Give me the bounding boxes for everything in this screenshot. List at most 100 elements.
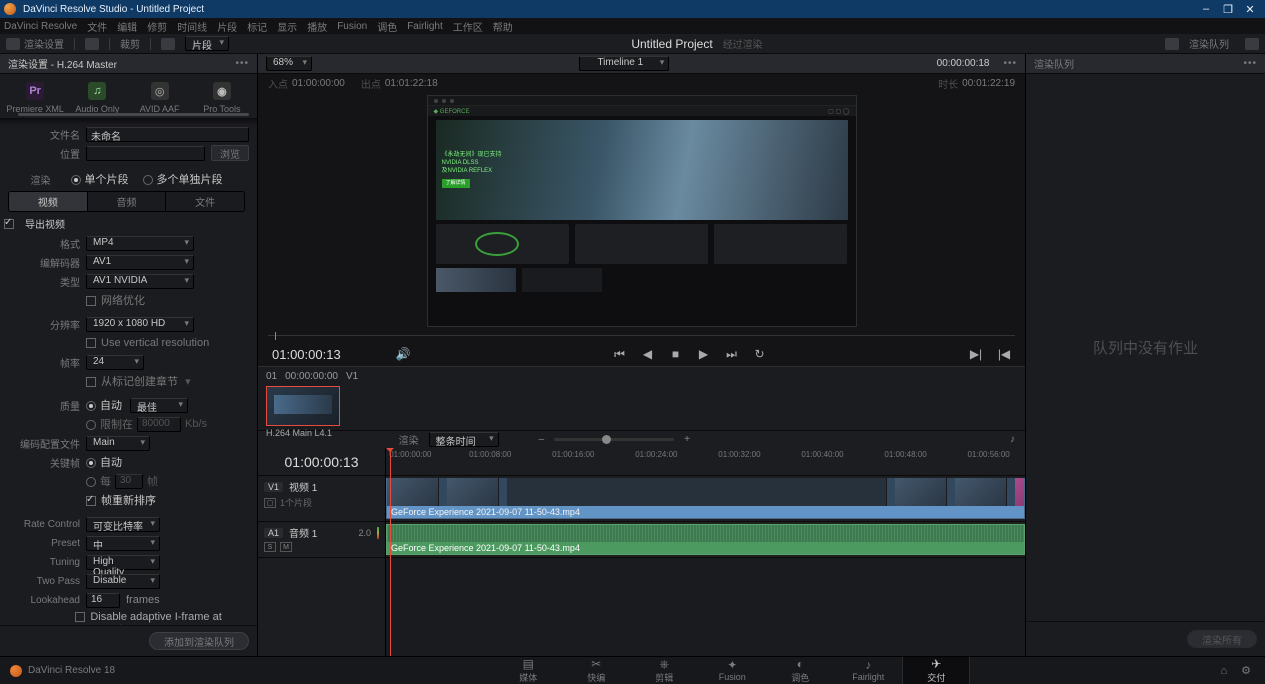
audio-track[interactable]: GeForce Experience 2021-09-07 11-50-43.m… bbox=[386, 522, 1025, 558]
menu-item[interactable]: Fusion bbox=[337, 21, 367, 32]
solo-button[interactable]: S bbox=[264, 542, 276, 552]
net-opt-check[interactable]: 网络优化 bbox=[86, 292, 145, 308]
audio-track-header[interactable]: A1 音频 1 2.0 S M bbox=[258, 522, 385, 558]
menu-item[interactable]: 播放 bbox=[307, 19, 327, 34]
first-frame-button[interactable]: ⏮ bbox=[613, 347, 627, 361]
page-fairlight[interactable]: ♪Fairlight bbox=[834, 657, 902, 684]
limit-input[interactable]: 80000 bbox=[137, 417, 181, 432]
window-minimize[interactable]: – bbox=[1195, 3, 1217, 15]
add-to-queue-button[interactable]: 添加到渲染队列 bbox=[149, 632, 249, 650]
tape-icon[interactable] bbox=[85, 38, 99, 50]
profile-dropdown[interactable]: Main bbox=[86, 436, 150, 451]
menu-item[interactable]: 显示 bbox=[277, 19, 297, 34]
timeline-ruler[interactable]: 01:00:00:00 01:00:08:00 01:00:16:00 01:0… bbox=[386, 448, 1025, 476]
type-dropdown[interactable]: AV1 NVIDIA bbox=[86, 274, 194, 289]
video-track-header[interactable]: V1 视频 1 ▢ 1个片段 bbox=[258, 476, 385, 522]
page-deliver[interactable]: ✈交付 bbox=[902, 657, 970, 684]
filename-input[interactable]: 未命名 bbox=[86, 127, 249, 142]
page-fusion[interactable]: ✦Fusion bbox=[698, 657, 766, 684]
vertical-res-check[interactable]: Use vertical resolution bbox=[86, 337, 209, 349]
menu-item[interactable]: DaVinci Resolve bbox=[4, 21, 77, 32]
page-cut[interactable]: ✂快编 bbox=[562, 657, 630, 684]
settings-gear-icon[interactable]: ⚙ bbox=[1241, 664, 1251, 677]
track-lock-icon[interactable]: ▢ bbox=[264, 498, 276, 508]
preset-audio-only[interactable]: ♫ Audio Only bbox=[66, 82, 128, 114]
browse-button[interactable]: 浏览 bbox=[211, 145, 249, 161]
res-dropdown[interactable]: 1920 x 1080 HD bbox=[86, 317, 194, 332]
export-video-check[interactable]: 导出视频 bbox=[4, 216, 249, 231]
menu-item[interactable]: 调色 bbox=[377, 19, 397, 34]
zoom-slider[interactable] bbox=[554, 438, 674, 441]
window-close[interactable]: ✕ bbox=[1239, 3, 1261, 16]
keyframe-every-radio[interactable]: 每 bbox=[86, 473, 111, 489]
render-range-dropdown[interactable]: 整条时间线 bbox=[429, 432, 499, 447]
viewer-menu-icon[interactable]: ••• bbox=[1003, 58, 1017, 69]
render-queue-label[interactable]: 渲染队列 bbox=[1189, 36, 1229, 51]
page-color[interactable]: ◐调色 bbox=[766, 657, 834, 684]
quality-best-dropdown[interactable]: 最佳 bbox=[130, 398, 188, 413]
expand-icon[interactable] bbox=[1245, 38, 1259, 50]
jump-last-button[interactable]: |◀ bbox=[997, 347, 1011, 361]
panel-menu-icon[interactable]: ••• bbox=[235, 58, 249, 69]
mini-scrubber[interactable] bbox=[268, 330, 1015, 342]
format-dropdown[interactable]: MP4 bbox=[86, 236, 194, 251]
timeline-name-dropdown[interactable]: Timeline 1 bbox=[579, 56, 669, 71]
menu-item[interactable]: 修剪 bbox=[147, 19, 167, 34]
menu-item[interactable]: Fairlight bbox=[407, 21, 443, 32]
page-edit[interactable]: ⎈剪辑 bbox=[630, 657, 698, 684]
preset-avid-aaf[interactable]: ◎ AVID AAF bbox=[129, 82, 191, 114]
enc-preset-dropdown[interactable]: 中 bbox=[86, 536, 160, 551]
fps-dropdown[interactable]: 24 bbox=[86, 355, 144, 370]
menu-item[interactable]: 时间线 bbox=[177, 19, 207, 34]
page-media[interactable]: ▤媒体 bbox=[494, 657, 562, 684]
render-multi-radio[interactable]: 多个单独片段 bbox=[143, 171, 223, 187]
next-frame-button[interactable]: ⏭ bbox=[725, 347, 739, 361]
right-panel-menu-icon[interactable]: ••• bbox=[1243, 58, 1257, 69]
video-track[interactable]: GeForce Experience 2021-09-07 11-50-43.m… bbox=[386, 476, 1025, 522]
menu-item[interactable]: 文件 bbox=[87, 19, 107, 34]
clip-icon[interactable] bbox=[161, 38, 175, 50]
tab-file[interactable]: 文件 bbox=[165, 192, 244, 211]
render-clip-thumb[interactable] bbox=[266, 386, 340, 426]
keyframe-auto-radio[interactable]: 自动 bbox=[86, 454, 122, 470]
menu-item[interactable]: 工作区 bbox=[453, 19, 483, 34]
location-input[interactable] bbox=[86, 146, 205, 161]
keyframe-input[interactable]: 30 bbox=[115, 474, 143, 489]
lookahead-input[interactable]: 16 bbox=[86, 593, 120, 608]
tab-video[interactable]: 视频 bbox=[9, 192, 87, 211]
video-clip[interactable]: GeForce Experience 2021-09-07 11-50-43.m… bbox=[386, 478, 1025, 519]
render-settings-toggle[interactable]: 渲染设置 bbox=[6, 36, 64, 51]
queue-icon[interactable] bbox=[1165, 38, 1179, 50]
window-maximize[interactable]: ❐ bbox=[1217, 3, 1239, 16]
preset-premiere-xml[interactable]: Pr Premiere XML bbox=[4, 82, 66, 114]
limit-radio[interactable]: 限制在 bbox=[86, 416, 133, 432]
prev-frame-button[interactable]: ◀ bbox=[641, 347, 655, 361]
loop-button[interactable]: ↻ bbox=[753, 347, 767, 361]
menu-item[interactable]: 片段 bbox=[217, 19, 237, 34]
render-all-button[interactable]: 渲染所有 bbox=[1187, 630, 1257, 648]
playhead[interactable] bbox=[390, 448, 391, 656]
quality-auto-radio[interactable]: 自动 bbox=[86, 397, 122, 413]
chapters-check[interactable]: 从标记创建章节 ▾ bbox=[86, 373, 191, 389]
tab-audio[interactable]: 音频 bbox=[87, 192, 166, 211]
menu-item[interactable]: 帮助 bbox=[493, 19, 513, 34]
viewer[interactable]: ◆ GEFORCE▢ ▢ ◯ 《永劫无间》现已支持 NVIDIA DLSS 及N… bbox=[258, 92, 1025, 330]
mute-button[interactable]: M bbox=[280, 542, 292, 552]
stop-button[interactable]: ■ bbox=[669, 347, 683, 361]
zoom-dropdown[interactable]: 68% bbox=[266, 56, 312, 71]
reorder-check[interactable]: 帧重新排序 bbox=[86, 492, 156, 508]
twopass-dropdown[interactable]: Disable bbox=[86, 574, 160, 589]
volume-icon[interactable]: 🔊 bbox=[396, 347, 410, 361]
ratectrl-dropdown[interactable]: 可变比特率 bbox=[86, 517, 160, 532]
render-single-radio[interactable]: 单个片段 bbox=[71, 171, 129, 187]
crop-label[interactable]: 裁剪 bbox=[120, 36, 140, 51]
home-icon[interactable]: ⌂ bbox=[1220, 665, 1227, 677]
jump-next-button[interactable]: ▶| bbox=[969, 347, 983, 361]
preset-pro-tools[interactable]: ◉ Pro Tools bbox=[191, 82, 253, 114]
codec-dropdown[interactable]: AV1 bbox=[86, 255, 194, 270]
menu-item[interactable]: 编辑 bbox=[117, 19, 137, 34]
menu-item[interactable]: 标记 bbox=[247, 19, 267, 34]
timeline-body[interactable]: 01:00:00:00 01:00:08:00 01:00:16:00 01:0… bbox=[386, 448, 1025, 656]
disable-iframe-check[interactable]: Disable adaptive I-frame at scene cuts bbox=[75, 611, 249, 625]
play-button[interactable]: ▶ bbox=[697, 347, 711, 361]
